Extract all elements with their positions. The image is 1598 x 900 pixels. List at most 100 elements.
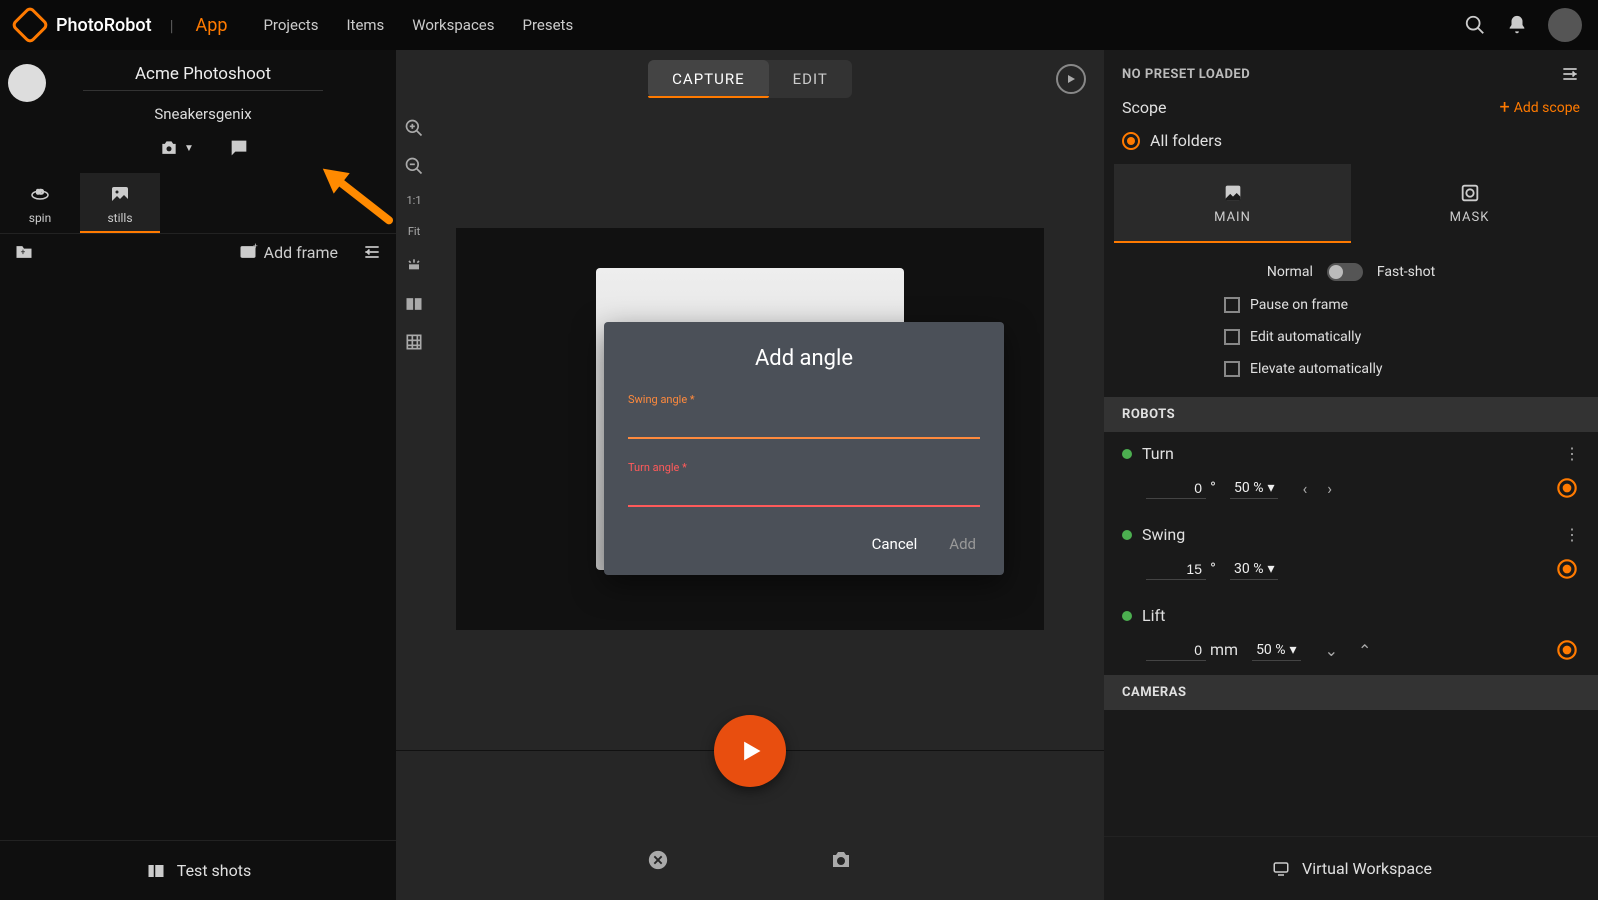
- lift-value-input[interactable]: [1146, 640, 1206, 661]
- capture-play-button[interactable]: [714, 715, 786, 787]
- check-pause[interactable]: Pause on frame: [1104, 297, 1598, 313]
- target-icon[interactable]: [1554, 637, 1580, 663]
- tab-mask[interactable]: MASK: [1351, 164, 1588, 243]
- compare-icon[interactable]: [404, 294, 424, 314]
- play-preview-icon[interactable]: [1056, 64, 1086, 94]
- fast-shot-toggle[interactable]: [1327, 263, 1363, 281]
- robots-section-header: ROBOTS: [1104, 397, 1598, 432]
- project-title[interactable]: Acme Photoshoot: [83, 64, 323, 91]
- right-tabs: MAIN MASK: [1114, 164, 1588, 243]
- turn-value-input[interactable]: [1146, 478, 1206, 499]
- turn-prev-icon[interactable]: ‹: [1302, 479, 1307, 498]
- brand-app: App: [195, 15, 227, 36]
- check-edit-label: Edit automatically: [1250, 329, 1361, 345]
- grid-icon[interactable]: [404, 332, 424, 352]
- zoom-in-icon[interactable]: [404, 118, 424, 138]
- tab-spin[interactable]: 3D spin: [0, 173, 80, 233]
- test-shots-button[interactable]: Test shots: [177, 861, 251, 880]
- checkbox-icon: [1224, 361, 1240, 377]
- scope-all-folders[interactable]: All folders: [1104, 127, 1598, 164]
- exposure-icon[interactable]: [404, 256, 424, 276]
- chevron-down-icon: ▾: [1267, 561, 1274, 577]
- add-folder-icon[interactable]: +: [14, 242, 34, 262]
- robot-swing: Swing ⋮ ° 30 % ▾: [1104, 513, 1598, 594]
- add-frame-button[interactable]: + Add frame: [238, 242, 338, 262]
- notifications-icon[interactable]: [1506, 14, 1528, 36]
- lift-up-icon[interactable]: ⌃: [1358, 641, 1371, 660]
- shot-mode-toggle: Normal Fast-shot: [1267, 263, 1435, 281]
- target-icon[interactable]: [1554, 475, 1580, 501]
- check-elevate-label: Elevate automatically: [1250, 361, 1382, 377]
- turn-next-icon[interactable]: ›: [1327, 479, 1332, 498]
- chevron-down-icon: ▾: [1267, 480, 1274, 496]
- lift-speed-select[interactable]: 50 % ▾: [1252, 640, 1301, 661]
- swing-angle-input[interactable]: [628, 408, 980, 439]
- tab-main[interactable]: MAIN: [1114, 164, 1351, 243]
- robot-lift-label: Lift: [1142, 606, 1165, 625]
- cancel-capture-icon[interactable]: [647, 848, 669, 872]
- lift-speed-value: 50 %: [1256, 642, 1285, 658]
- tab-mask-label: MASK: [1450, 210, 1490, 225]
- add-scope-button[interactable]: + Add scope: [1500, 99, 1580, 117]
- turn-speed-select[interactable]: 50 % ▾: [1230, 478, 1279, 499]
- robot-lift: Lift mm 50 % ▾ ⌄ ⌃: [1104, 594, 1598, 675]
- timeline: [396, 750, 1104, 900]
- more-icon[interactable]: ⋮: [1564, 525, 1580, 544]
- svg-text:+: +: [253, 242, 258, 252]
- robot-turn: Turn ⋮ ° 50 % ▾ ‹ ›: [1104, 432, 1598, 513]
- lift-unit: mm: [1210, 640, 1238, 659]
- zoom-1-1[interactable]: 1:1: [406, 194, 421, 207]
- nav-items[interactable]: Items: [346, 16, 384, 34]
- nav-projects[interactable]: Projects: [263, 16, 318, 34]
- toggle-fast-label: Fast-shot: [1377, 264, 1435, 280]
- brand-separator: |: [170, 16, 174, 35]
- target-icon[interactable]: [1554, 556, 1580, 582]
- center-top-bar: CAPTURE EDIT: [396, 50, 1104, 108]
- check-pause-label: Pause on frame: [1250, 297, 1348, 313]
- tab-stills-label: stills: [107, 211, 132, 225]
- preset-status: NO PRESET LOADED: [1122, 67, 1250, 82]
- folder-toolbar: + + Add frame: [0, 233, 396, 270]
- single-shot-icon[interactable]: [829, 848, 853, 872]
- test-shots-icon: [145, 862, 167, 880]
- check-elevate-auto[interactable]: Elevate automatically: [1104, 361, 1598, 377]
- user-avatar[interactable]: [1548, 8, 1582, 42]
- add-frame-label: Add frame: [264, 243, 338, 262]
- collapse-right-icon[interactable]: [1560, 64, 1580, 84]
- virtual-workspace-button[interactable]: Virtual Workspace: [1302, 859, 1432, 878]
- search-icon[interactable]: [1464, 14, 1486, 36]
- swing-value-input[interactable]: [1146, 559, 1206, 580]
- left-bottom-bar: Test shots: [0, 840, 396, 900]
- tab-spin-label: spin: [29, 211, 51, 225]
- turn-angle-input[interactable]: [628, 476, 980, 507]
- scope-row: Scope + Add scope: [1104, 98, 1598, 127]
- zoom-fit[interactable]: Fit: [408, 225, 420, 238]
- checkbox-icon: [1224, 329, 1240, 345]
- mode-capture[interactable]: CAPTURE: [648, 60, 768, 98]
- item-thumbnail[interactable]: [8, 64, 46, 102]
- project-header: Acme Photoshoot Sneakersgenix ▼: [0, 50, 396, 159]
- lift-down-icon[interactable]: ⌄: [1325, 641, 1338, 660]
- nav-workspaces[interactable]: Workspaces: [412, 16, 494, 34]
- nav-presets[interactable]: Presets: [523, 16, 574, 34]
- swing-speed-select[interactable]: 30 % ▾: [1230, 559, 1279, 580]
- add-button[interactable]: Add: [945, 529, 980, 559]
- zoom-out-icon[interactable]: [404, 156, 424, 176]
- svg-text:+: +: [21, 248, 26, 258]
- check-edit-auto[interactable]: Edit automatically: [1104, 329, 1598, 345]
- camera-dropdown-icon[interactable]: ▼: [156, 137, 194, 159]
- collapse-panel-icon[interactable]: [362, 242, 382, 262]
- right-bottom-bar: Virtual Workspace: [1104, 836, 1598, 900]
- mode-edit[interactable]: EDIT: [769, 60, 852, 98]
- cameras-section-header: CAMERAS: [1104, 675, 1598, 710]
- nav-links: Projects Items Workspaces Presets: [263, 16, 573, 34]
- item-name[interactable]: Sneakersgenix: [56, 105, 350, 123]
- more-icon[interactable]: ⋮: [1564, 444, 1580, 463]
- right-panel: NO PRESET LOADED Scope + Add scope All f…: [1104, 50, 1598, 900]
- comments-icon[interactable]: [228, 137, 250, 159]
- preset-header: NO PRESET LOADED: [1104, 50, 1598, 98]
- plus-icon: +: [1500, 99, 1510, 117]
- tab-stills[interactable]: stills: [80, 173, 160, 233]
- cancel-button[interactable]: Cancel: [868, 529, 922, 559]
- top-nav: PhotoRobot | App Projects Items Workspac…: [0, 0, 1598, 50]
